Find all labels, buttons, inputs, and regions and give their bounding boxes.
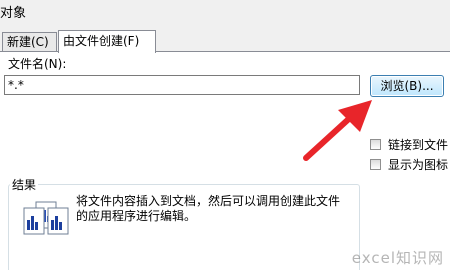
title-bar: 对象 — [0, 0, 450, 30]
tab-create-new[interactable]: 新建(C) — [2, 32, 57, 52]
red-arrow-annotation — [303, 100, 372, 161]
embedded-document-icon — [23, 201, 69, 235]
watermark: excel知识网 — [351, 249, 444, 267]
browse-button[interactable]: 浏览(B)... — [370, 75, 444, 97]
link-to-file-label: 链接到文件 — [388, 138, 449, 152]
insert-object-dialog: 对象 新建(C) 由文件创建(F) 文件名(N): *.* 浏览(B)... 链… — [0, 0, 450, 270]
dialog-title: 对象 — [0, 6, 27, 21]
tab-create-from-file[interactable]: 由文件创建(F) — [58, 30, 156, 53]
filename-label: 文件名(N): — [8, 57, 67, 71]
result-description: 将文件内容插入到文档，然后可以调用创建此文件的应用程序进行编辑。 — [76, 194, 341, 223]
display-as-icon-label: 显示为图标 — [388, 158, 449, 172]
result-heading: 结果 — [10, 178, 39, 192]
tab-strip: 新建(C) 由文件创建(F) — [0, 30, 450, 53]
